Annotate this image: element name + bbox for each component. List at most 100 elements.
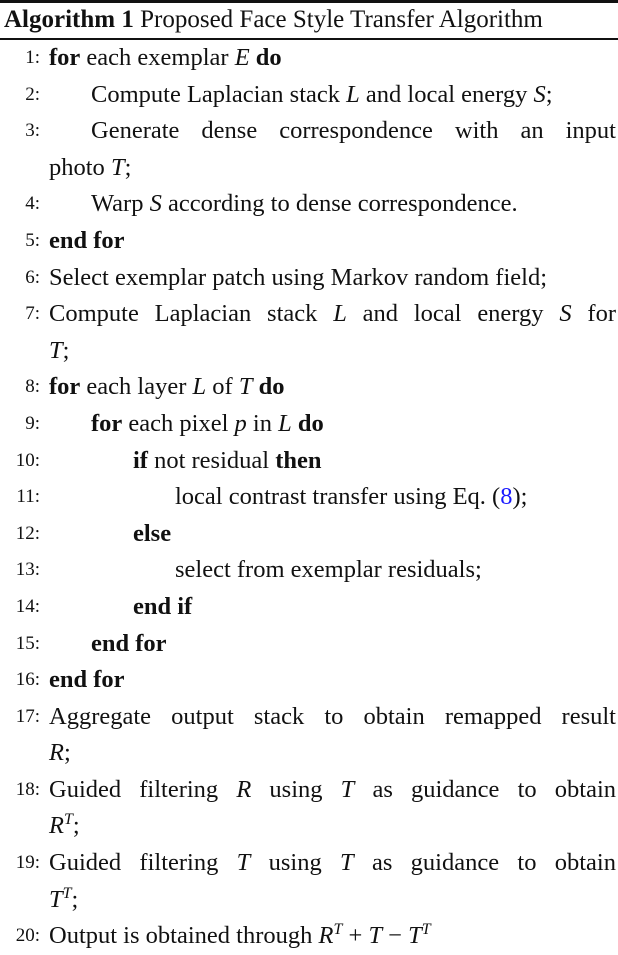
text-fragment: for <box>571 300 616 328</box>
line-text: Guided filtering T using T as guidance t… <box>49 845 616 882</box>
math-symbol: R <box>49 812 64 840</box>
text-fragment: each layer <box>80 373 193 401</box>
algorithm-line: 10: if not residual then <box>0 443 618 480</box>
algorithm-line: 12: else <box>0 516 618 553</box>
math-symbol: E <box>234 44 250 71</box>
algorithm-line: 20: Output is obtained through RT + T − T… <box>0 918 618 955</box>
line-text: end for <box>91 626 616 663</box>
algorithm-line: 11: local contrast transfer using Eq. (8)… <box>0 479 618 516</box>
line-text: Generate dense correspondence with an in… <box>91 113 616 150</box>
line-number: 5: <box>25 229 40 251</box>
algorithm-body: 1: for each exemplar E do 2: Compute Laplac… <box>0 40 618 955</box>
text-fragment: in <box>246 409 279 437</box>
line-text: else <box>133 516 616 553</box>
text-fragment: ; <box>62 336 70 364</box>
text-fragment: local contrast transfer using Eq. ( <box>175 483 501 511</box>
algorithm-line: 4: Warp S according to dense corresponden… <box>0 186 618 223</box>
line-number: 14: <box>15 595 40 617</box>
line-number: 4: <box>25 193 40 215</box>
algorithm-line-continuation: RT; <box>0 808 618 845</box>
math-symbol: L <box>278 409 292 437</box>
text-fragment: ; <box>124 153 132 181</box>
algorithm-line: 8: for each layer L of T do <box>0 369 618 406</box>
math-symbol: S <box>149 190 162 218</box>
line-text: Select exemplar patch using Markov rando… <box>49 260 616 297</box>
algorithm-line: 17: Aggregate output stack to obtain rema… <box>0 699 618 736</box>
algorithm-line: 19: Guided filtering T using T as guidanc… <box>0 845 618 882</box>
text-fragment: as guidance to obtain <box>354 775 617 803</box>
algorithm-line: 1: for each exemplar E do <box>0 40 618 77</box>
math-symbol: L <box>333 300 347 328</box>
math-symbol: T <box>340 775 355 803</box>
line-number: 2: <box>25 83 40 105</box>
line-text: select from exemplar residuals; <box>175 552 616 589</box>
algorithm-line: 16: end for <box>0 662 618 699</box>
line-text: local contrast transfer using Eq. (8); <box>175 479 616 516</box>
math-symbol: R <box>49 739 64 767</box>
equation-reference-link[interactable]: 8 <box>500 483 512 510</box>
math-symbol: T <box>110 153 125 181</box>
line-number: 1: <box>25 47 40 68</box>
keyword: if <box>133 446 148 474</box>
algorithm-line: 15: end for <box>0 626 618 663</box>
text-fragment: using <box>250 849 340 877</box>
keyword: end if <box>133 592 193 620</box>
math-symbol: T <box>49 885 63 913</box>
algorithm-title: Proposed Face Style Transfer Algorithm <box>140 6 543 33</box>
text-fragment: according to dense correspondence. <box>161 190 518 218</box>
line-number: 13: <box>15 559 40 581</box>
text-fragment: photo <box>49 153 111 181</box>
line-text: if not residual then <box>133 443 616 480</box>
line-number: 20: <box>15 925 40 947</box>
line-text: Output is obtained through RT + T − TT <box>49 918 616 955</box>
text-fragment: Compute Laplacian stack <box>91 80 347 108</box>
algorithm-line-continuation: R; <box>0 735 618 772</box>
line-text: Compute Laplacian stack L and local ener… <box>49 296 616 333</box>
keyword: for <box>91 409 123 437</box>
math-symbol: T <box>340 849 354 877</box>
line-number: 17: <box>15 705 40 727</box>
line-text: R; <box>49 735 616 772</box>
text-fragment: and local energy <box>359 80 534 108</box>
text-fragment: each pixel <box>122 409 235 437</box>
algorithm-line: 5: end for <box>0 223 618 260</box>
line-number: 16: <box>15 669 40 691</box>
keyword: do <box>255 44 282 71</box>
line-text: TT; <box>49 882 616 919</box>
algorithm-line: 3: Generate dense correspondence with an … <box>0 113 618 150</box>
algorithm-line: 7: Compute Laplacian stack L and local en… <box>0 296 618 333</box>
line-number: 8: <box>25 376 40 398</box>
algorithm-line: 2: Compute Laplacian stack L and local en… <box>0 77 618 114</box>
math-symbol: S <box>533 80 546 108</box>
line-number: 18: <box>15 778 40 800</box>
keyword: do <box>297 409 324 437</box>
text-fragment: as guidance to obtain <box>353 849 616 877</box>
superscript: T <box>62 884 72 902</box>
keyword: end for <box>91 629 167 657</box>
math-symbol: T <box>238 373 253 401</box>
line-text: end for <box>49 662 616 699</box>
keyword: for <box>49 373 81 401</box>
superscript: T <box>63 811 73 829</box>
line-text: photo T; <box>49 150 616 187</box>
text-fragment: ; <box>63 739 71 767</box>
text-fragment: and local energy <box>346 300 560 328</box>
algorithm-line: 6: Select exemplar patch using Markov ran… <box>0 260 618 297</box>
line-number: 11: <box>16 486 40 508</box>
line-number: 15: <box>15 632 40 654</box>
math-symbol: L <box>346 80 360 108</box>
line-number: 12: <box>15 522 40 544</box>
line-text: Warp S according to dense correspondence… <box>91 186 616 223</box>
math-symbol: S <box>559 300 572 328</box>
text-fragment: not residual <box>147 446 276 474</box>
text-fragment: Generate dense correspondence with an in… <box>91 117 616 145</box>
line-number: 6: <box>25 266 40 288</box>
text-fragment: select from exemplar residuals; <box>175 556 482 584</box>
text-fragment: Guided filtering <box>49 849 237 877</box>
line-text: Compute Laplacian stack L and local ener… <box>91 77 616 114</box>
algorithm-line-continuation: photo T; <box>0 150 618 187</box>
text-fragment: ); <box>512 483 528 511</box>
algorithm-line: 9: for each pixel p in L do <box>0 406 618 443</box>
line-text: T; <box>49 333 616 370</box>
math-symbol: p <box>234 409 247 437</box>
